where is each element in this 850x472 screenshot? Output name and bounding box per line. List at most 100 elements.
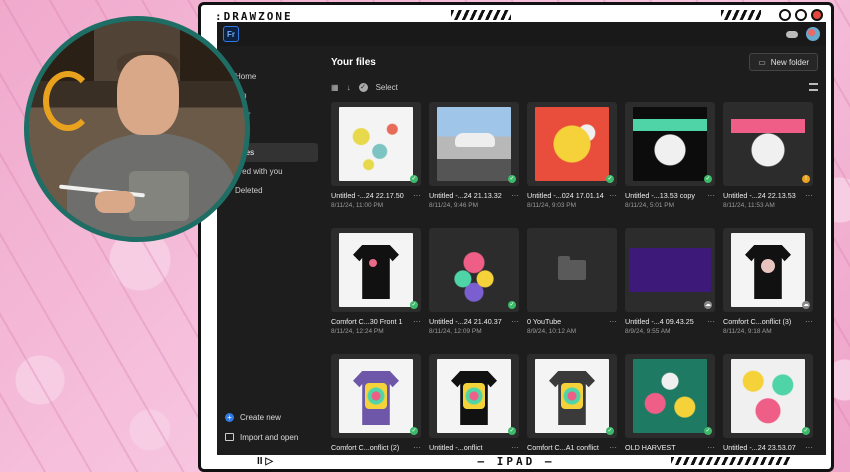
file-thumbnail[interactable]: ✓ bbox=[723, 354, 813, 438]
frame-dot-red bbox=[811, 9, 823, 21]
file-thumbnail[interactable]: ✓ bbox=[625, 102, 715, 186]
artwork-preview bbox=[731, 107, 805, 181]
calendar-sort-icon[interactable]: ▦ bbox=[331, 83, 339, 92]
file-thumbnail[interactable]: ✓ bbox=[625, 354, 715, 438]
sort-arrow-icon[interactable]: ↓ bbox=[347, 83, 351, 92]
file-date: 8/11/24, 12:24 PM bbox=[331, 328, 384, 335]
file-thumbnail[interactable] bbox=[527, 228, 617, 312]
more-options-icon[interactable]: ··· bbox=[707, 443, 715, 451]
file-name: 0 YouTube bbox=[527, 317, 562, 326]
toolbar: ▦ ↓ ✓ Select bbox=[331, 78, 818, 96]
file-card[interactable]: ✓ Untitled -...24 22.17.50 ··· 8/11/24, 11:… bbox=[331, 102, 421, 220]
file-thumbnail[interactable]: ✓ bbox=[429, 228, 519, 312]
file-thumbnail[interactable]: ☁ bbox=[723, 228, 813, 312]
file-card[interactable]: ✓ Untitled -...onflict ··· bbox=[429, 354, 519, 455]
create-new-button[interactable]: + Create new bbox=[225, 407, 298, 427]
file-card[interactable]: ✓ Comfort C...onflict (2) ··· bbox=[331, 354, 421, 455]
file-meta: Comfort C...onflict (2) ··· bbox=[331, 443, 421, 452]
file-name: Untitled -...4 09.43.25 bbox=[625, 317, 694, 326]
file-name: Untitled -...024 17.01.14 bbox=[527, 191, 604, 200]
ipad-label: — IPAD — bbox=[477, 454, 555, 468]
import-icon bbox=[225, 433, 234, 441]
file-thumbnail[interactable]: ✓ bbox=[331, 102, 421, 186]
artwork-preview bbox=[339, 359, 413, 433]
more-options-icon[interactable]: ··· bbox=[609, 317, 617, 325]
cam-logo-sign bbox=[43, 71, 93, 131]
more-options-icon[interactable]: ··· bbox=[413, 317, 421, 325]
file-card[interactable]: ! Untitled -...24 22.13.53 ··· 8/11/24, 11:… bbox=[723, 102, 813, 220]
select-button[interactable]: Select bbox=[376, 83, 398, 92]
file-meta: Comfort C...onflict (3) ··· bbox=[723, 317, 813, 326]
file-thumbnail[interactable]: ✓ bbox=[331, 354, 421, 438]
file-name: Untitled -...24 22.17.50 bbox=[331, 191, 404, 200]
frame-dots bbox=[779, 9, 823, 21]
file-thumbnail[interactable]: ✓ bbox=[331, 228, 421, 312]
artwork-preview bbox=[437, 233, 511, 307]
file-card[interactable]: ☁ Untitled -...4 09.43.25 ··· 8/9/24, 9:55 … bbox=[625, 228, 715, 346]
file-card[interactable]: ✓ Comfort C...30 Front 1 ··· 8/11/24, 12:24… bbox=[331, 228, 421, 346]
import-open-button[interactable]: Import and open bbox=[225, 427, 298, 447]
new-folder-button[interactable]: ▭ New folder bbox=[749, 53, 818, 71]
frame-bottom-bar: II ▷ — IPAD — bbox=[201, 453, 831, 469]
file-meta: Untitled -...24 22.13.53 ··· bbox=[723, 191, 813, 200]
more-options-icon[interactable]: ··· bbox=[805, 317, 813, 325]
file-card[interactable]: ☁ Comfort C...onflict (3) ··· 8/11/24, 9:18… bbox=[723, 228, 813, 346]
file-card[interactable]: ✓ Untitled -...024 17.01.14 ··· 8/11/24, 9:… bbox=[527, 102, 617, 220]
more-options-icon[interactable]: ··· bbox=[413, 191, 421, 199]
more-options-icon[interactable]: ··· bbox=[511, 443, 519, 451]
file-card[interactable]: ✓ Untitled -...24 21.13.32 ··· 8/11/24, 9:4… bbox=[429, 102, 519, 220]
cloud-status-icon: ☁ bbox=[802, 301, 810, 309]
more-options-icon[interactable]: ··· bbox=[707, 317, 715, 325]
more-options-icon[interactable]: ··· bbox=[707, 191, 715, 199]
file-meta: 0 YouTube ··· bbox=[527, 317, 617, 326]
more-options-icon[interactable]: ··· bbox=[609, 191, 617, 199]
frame-stripes-right bbox=[721, 10, 761, 20]
artwork-preview bbox=[339, 233, 413, 307]
app-top-bar: Fr bbox=[217, 22, 826, 46]
artwork-preview bbox=[731, 233, 805, 307]
file-date: 8/11/24, 11:00 PM bbox=[331, 202, 384, 209]
artwork-preview bbox=[633, 107, 707, 181]
more-options-icon[interactable]: ··· bbox=[511, 191, 519, 199]
file-meta: Untitled -...024 17.01.14 ··· bbox=[527, 191, 617, 200]
file-card[interactable]: ✓ Untitled -...13.53 copy ··· 8/11/24, 5:01… bbox=[625, 102, 715, 220]
sidebar-actions: + Create new Import and open bbox=[225, 407, 298, 447]
avatar[interactable] bbox=[806, 27, 820, 41]
cam-person-head bbox=[117, 55, 179, 135]
artwork-preview bbox=[437, 359, 511, 433]
file-name: Untitled -...onflict bbox=[429, 443, 483, 452]
file-thumbnail[interactable]: ! bbox=[723, 102, 813, 186]
file-date: 8/11/24, 9:03 PM bbox=[527, 202, 577, 209]
synced-check-icon: ✓ bbox=[802, 427, 810, 435]
file-date: 8/11/24, 12:09 PM bbox=[429, 328, 482, 335]
file-thumbnail[interactable]: ✓ bbox=[429, 354, 519, 438]
file-card[interactable]: ✓ Untitled -...24 21.40.37 ··· 8/11/24, 12:… bbox=[429, 228, 519, 346]
file-thumbnail[interactable]: ✓ bbox=[429, 102, 519, 186]
file-name: Untitled -...24 23.53.07 bbox=[723, 443, 796, 452]
list-view-icon[interactable] bbox=[809, 83, 818, 91]
more-options-icon[interactable]: ··· bbox=[511, 317, 519, 325]
file-name: Untitled -...24 22.13.53 bbox=[723, 191, 796, 200]
file-card[interactable]: ✓ Comfort C...A1 conflict ··· bbox=[527, 354, 617, 455]
top-right-controls bbox=[786, 27, 820, 41]
more-options-icon[interactable]: ··· bbox=[805, 443, 813, 451]
file-meta: Untitled -...24 23.53.07 ··· bbox=[723, 443, 813, 452]
file-name: Untitled -...24 21.40.37 bbox=[429, 317, 502, 326]
artwork-preview bbox=[633, 359, 707, 433]
file-card[interactable]: ✓ Untitled -...24 23.53.07 ··· bbox=[723, 354, 813, 455]
cloud-icon[interactable] bbox=[786, 30, 798, 38]
file-thumbnail[interactable]: ✓ bbox=[527, 102, 617, 186]
file-thumbnail[interactable]: ✓ bbox=[527, 354, 617, 438]
new-folder-label: New folder bbox=[770, 57, 809, 67]
file-date: 8/11/24, 9:18 AM bbox=[723, 328, 772, 335]
file-thumbnail[interactable]: ☁ bbox=[625, 228, 715, 312]
file-card[interactable]: 0 YouTube ··· 8/9/24, 10:12 AM bbox=[527, 228, 617, 346]
more-options-icon[interactable]: ··· bbox=[413, 443, 421, 451]
file-meta: Untitled -...4 09.43.25 ··· bbox=[625, 317, 715, 326]
file-meta: Untitled -...13.53 copy ··· bbox=[625, 191, 715, 200]
synced-check-icon: ✓ bbox=[704, 427, 712, 435]
more-options-icon[interactable]: ··· bbox=[609, 443, 617, 451]
plus-icon: + bbox=[225, 412, 234, 422]
file-card[interactable]: ✓ OLD HARVEST ··· bbox=[625, 354, 715, 455]
more-options-icon[interactable]: ··· bbox=[805, 191, 813, 199]
